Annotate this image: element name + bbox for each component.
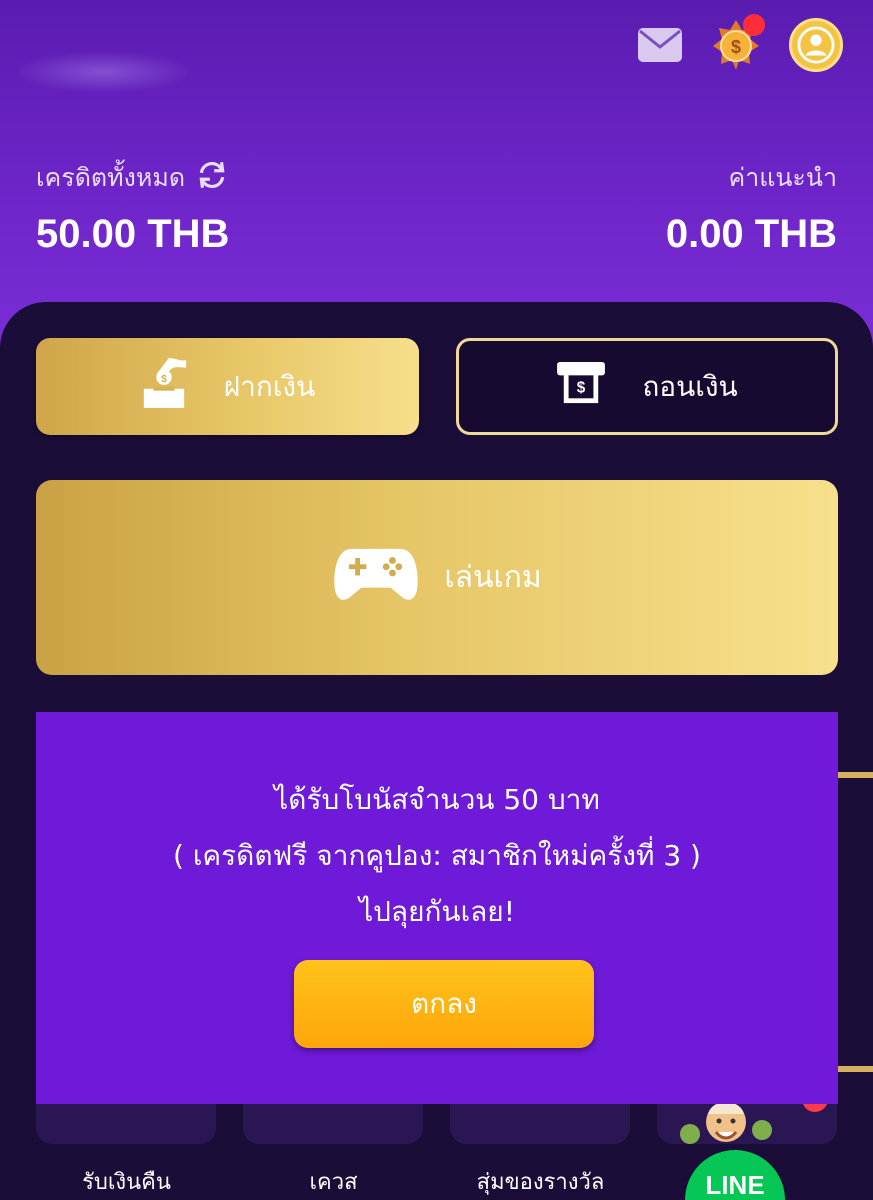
refresh-icon[interactable] bbox=[195, 158, 229, 198]
menu-tile[interactable] bbox=[450, 1104, 630, 1144]
play-game-button[interactable]: เล่นเกม bbox=[36, 480, 838, 675]
side-divider bbox=[837, 772, 873, 778]
side-divider bbox=[837, 1066, 873, 1072]
referral-label: ค่าแนะนำ bbox=[728, 163, 837, 192]
gamepad-icon bbox=[332, 543, 420, 613]
mail-icon[interactable] bbox=[637, 25, 683, 65]
menu-label-random-reward[interactable]: สุ่มของรางวัล bbox=[437, 1164, 644, 1199]
modal-line-bonus: ได้รับโบนัสจำนวน 50 บาท bbox=[274, 783, 600, 816]
line-label: LINE bbox=[705, 1170, 765, 1200]
bonus-modal: ได้รับโบนัสจำนวน 50 บาท ( เครดิตฟรี จากค… bbox=[36, 712, 838, 1104]
ok-button[interactable]: ตกลง bbox=[294, 960, 594, 1048]
svg-text:$: $ bbox=[731, 37, 741, 57]
modal-line-coupon: ( เครดิตฟรี จากคูปอง: สมาชิกใหม่ครั้งที่… bbox=[173, 839, 701, 872]
withdraw-button[interactable]: $ ถอนเงิน bbox=[456, 338, 838, 435]
menu-label-quest[interactable]: เควส bbox=[230, 1164, 437, 1199]
withdraw-icon: $ bbox=[556, 361, 606, 412]
modal-message: ได้รับโบนัสจำนวน 50 บาท ( เครดิตฟรี จากค… bbox=[36, 772, 838, 940]
deposit-icon: $ bbox=[140, 356, 188, 417]
credit-amount: 50.00 THB bbox=[36, 212, 230, 256]
svg-text:$: $ bbox=[161, 373, 167, 385]
deposit-button[interactable]: $ ฝากเงิน bbox=[36, 338, 419, 435]
menu-tile[interactable] bbox=[36, 1104, 216, 1144]
deposit-label: ฝากเงิน bbox=[223, 369, 316, 403]
total-credit: เครดิตทั้งหมด 50.00 THB bbox=[36, 158, 229, 257]
user-avatar-icon[interactable] bbox=[789, 18, 843, 72]
referral-amount: 0.00 THB bbox=[665, 212, 837, 256]
referral-commission: ค่าแนะนำ 0.00 THB bbox=[666, 158, 837, 257]
play-label: เล่นเกม bbox=[444, 560, 542, 595]
credit-label: เครดิตทั้งหมด bbox=[36, 163, 186, 192]
blurred-logo bbox=[18, 52, 188, 92]
svg-text:$: $ bbox=[577, 380, 586, 397]
notification-dot bbox=[743, 14, 765, 36]
menu-label-cashback[interactable]: รับเงินคืน bbox=[23, 1164, 230, 1199]
withdraw-label: ถอนเงิน bbox=[642, 369, 738, 403]
modal-line-cta: ไปลุยกันเลย! bbox=[359, 895, 515, 928]
coin-badge-icon[interactable]: $ bbox=[709, 14, 765, 72]
menu-tile[interactable] bbox=[243, 1104, 423, 1144]
header-icons: $ bbox=[637, 14, 843, 72]
